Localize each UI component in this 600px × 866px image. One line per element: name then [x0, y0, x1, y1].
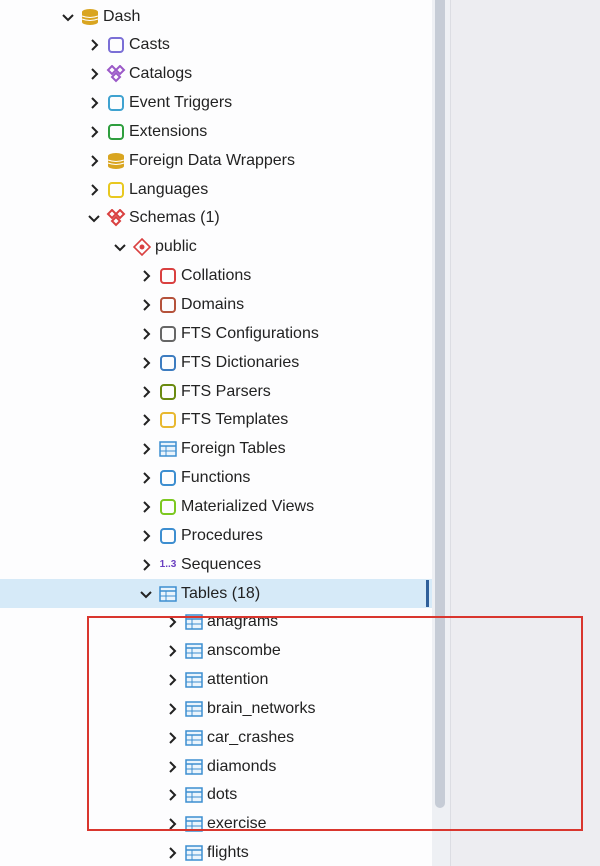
tree-item-label: Foreign Data Wrappers [129, 151, 295, 169]
tree-item-label: FTS Parsers [181, 382, 271, 400]
chevron-right-icon[interactable] [164, 845, 180, 861]
tree-item-functions[interactable]: Functions [0, 464, 432, 493]
chevron-right-icon[interactable] [86, 66, 102, 82]
chevron-right-icon[interactable] [86, 153, 102, 169]
catalogs-icon [106, 64, 126, 84]
chevron-right-icon[interactable] [138, 557, 154, 573]
tree-item-domains[interactable]: Domains [0, 291, 432, 320]
tree-item-label: Materialized Views [181, 497, 315, 515]
tree-item-collations[interactable]: Collations [0, 262, 432, 291]
casts-icon [106, 35, 126, 55]
tree-item-event-triggers[interactable]: Event Triggers [0, 89, 432, 118]
chevron-right-icon[interactable] [138, 470, 154, 486]
chevron-right-icon[interactable] [138, 528, 154, 544]
chevron-right-icon[interactable] [138, 326, 154, 342]
chevron-down-icon[interactable] [138, 586, 154, 602]
tree-item-procedures[interactable]: Procedures [0, 521, 432, 550]
tree-item-catalogs[interactable]: Catalogs [0, 60, 432, 89]
event-triggers-icon [106, 93, 126, 113]
procedures-icon [158, 526, 178, 546]
chevron-right-icon[interactable] [138, 412, 154, 428]
fts-templates-icon [158, 410, 178, 430]
tree-item-languages[interactable]: Languages [0, 175, 432, 204]
chevron-right-icon[interactable] [138, 499, 154, 515]
tree-item-casts[interactable]: Casts [0, 31, 432, 60]
tree-item-label: FTS Configurations [181, 324, 319, 342]
tree-item-label: FTS Templates [181, 411, 289, 429]
tree-item-label: Event Triggers [129, 94, 233, 112]
schema-icon [132, 237, 152, 257]
tree-item-label: Dash [103, 7, 141, 25]
tree-item-label: Foreign Tables [181, 440, 286, 458]
tree-item-label: Domains [181, 296, 245, 313]
tree-item-materialized-views[interactable]: Materialized Views [0, 492, 432, 521]
chevron-right-icon[interactable] [138, 268, 154, 284]
tree-item-label: Procedures [181, 526, 263, 544]
tree-item-fts-configurations[interactable]: FTS Configurations [0, 319, 432, 348]
tree-item-label: flights [207, 844, 249, 862]
tree-item-label: Extensions [129, 122, 208, 140]
domains-icon [158, 295, 178, 315]
chevron-down-icon[interactable] [86, 210, 102, 226]
fts-dictionaries-icon [158, 353, 178, 373]
tree-item-tables-18[interactable]: Tables (18) [0, 579, 432, 608]
schemas-icon [106, 208, 126, 228]
foreign-tables-icon [158, 439, 178, 459]
extensions-icon [106, 122, 126, 142]
highlight-box [87, 616, 583, 831]
tree-item-label: Tables (18) [181, 584, 261, 602]
materialized-views-icon [158, 497, 178, 517]
tree-item-extensions[interactable]: Extensions [0, 117, 432, 146]
tree-item-label: FTS Dictionaries [181, 353, 300, 371]
tree-item-flights[interactable]: flights [0, 839, 432, 866]
tree-item-label: Casts [129, 36, 170, 54]
chevron-right-icon[interactable] [86, 124, 102, 140]
collations-icon [158, 266, 178, 286]
chevron-right-icon[interactable] [138, 297, 154, 313]
chevron-right-icon[interactable] [86, 37, 102, 53]
chevron-down-icon[interactable] [60, 9, 76, 25]
tree-item-schemas-1[interactable]: Schemas (1) [0, 204, 432, 233]
fts-configurations-icon [158, 324, 178, 344]
tree-item-fts-templates[interactable]: FTS Templates [0, 406, 432, 435]
fts-parsers-icon [158, 382, 178, 402]
chevron-down-icon[interactable] [112, 239, 128, 255]
tree-item-label: Collations [181, 267, 252, 285]
tree-item-fts-dictionaries[interactable]: FTS Dictionaries [0, 348, 432, 377]
chevron-right-icon[interactable] [86, 95, 102, 111]
tree-item-sequences[interactable]: 1..3 Sequences [0, 550, 432, 579]
chevron-right-icon[interactable] [138, 384, 154, 400]
languages-icon [106, 180, 126, 200]
database-icon [80, 7, 100, 27]
chevron-right-icon[interactable] [138, 441, 154, 457]
tables-icon [158, 584, 178, 604]
functions-icon [158, 468, 178, 488]
tree-item-label: Functions [181, 469, 251, 487]
tree-item-dash[interactable]: Dash [0, 2, 432, 31]
chevron-right-icon[interactable] [86, 182, 102, 198]
chevron-right-icon[interactable] [138, 355, 154, 371]
tree-item-fts-parsers[interactable]: FTS Parsers [0, 377, 432, 406]
tree-item-label: Languages [129, 180, 209, 198]
foreign-data-wrappers-icon [106, 151, 126, 171]
tree-item-foreign-tables[interactable]: Foreign Tables [0, 435, 432, 464]
sequences-icon: 1..3 [159, 559, 177, 571]
table-icon [184, 843, 204, 863]
tree-item-public[interactable]: public [0, 233, 432, 262]
tree-item-label: public [155, 238, 197, 256]
tree-item-label: Catalogs [129, 65, 193, 83]
tree-item-label: Sequences [181, 555, 262, 573]
tree-item-label: Schemas (1) [129, 209, 220, 227]
tree-item-foreign-data-wrappers[interactable]: Foreign Data Wrappers [0, 146, 432, 175]
